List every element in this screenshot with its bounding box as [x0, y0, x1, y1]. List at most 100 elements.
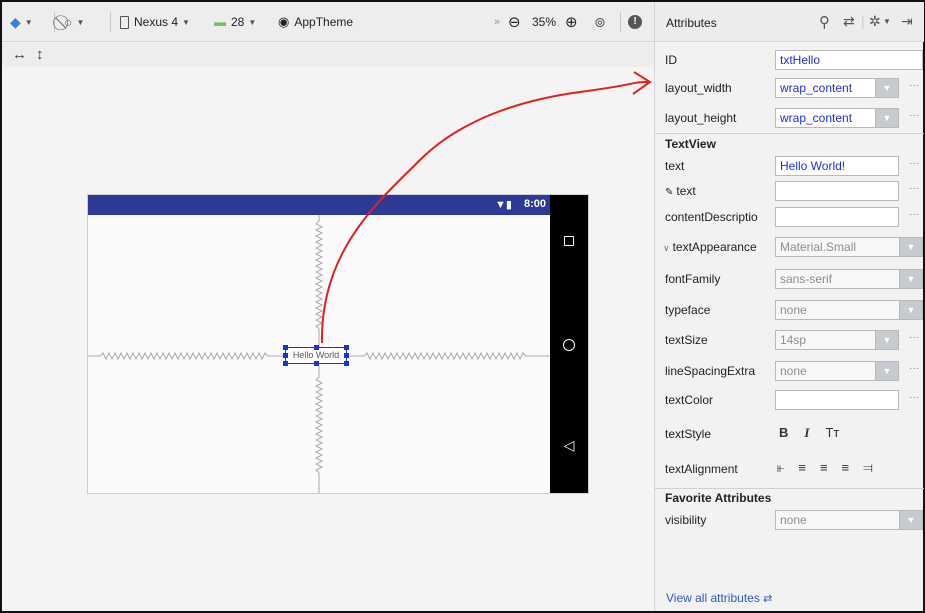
more-icon[interactable]: ··· — [909, 110, 919, 121]
attr-row-text: text Hello World! ··· — [655, 154, 924, 178]
chevron-down-icon[interactable]: ▼ — [883, 17, 891, 26]
design-subtoolbar: ↔ ↕ — [2, 43, 654, 67]
more-icon[interactable]: ··· — [909, 158, 919, 169]
section-divider — [655, 488, 924, 489]
toolbar-separator — [110, 12, 111, 32]
attr-label-font-family: fontFamily — [665, 272, 721, 286]
zoom-in-icon[interactable]: ⊕ — [565, 12, 578, 32]
attr-label-text-size: textSize — [665, 333, 708, 347]
attr-row-design-text: ✎ text ··· — [655, 179, 924, 203]
constraint-anchor-left[interactable] — [283, 353, 288, 358]
design-surface[interactable]: ◆▼ ⃠○▼ Nexus 4▼ ▬ 28▼ ◉ AppTheme » ⊖ 35%… — [2, 2, 654, 611]
theme-icon: ◉ — [278, 14, 290, 29]
attr-row-text-style: textStyle B I Tт — [655, 422, 924, 446]
layers-menu[interactable]: ◆ ▼ — [10, 12, 33, 32]
constraint-zigzag-bottom — [314, 365, 324, 493]
view-all-attributes-link[interactable]: View all attributes ⇄ — [666, 591, 772, 605]
chevron-down-icon[interactable]: ▼ — [875, 78, 899, 98]
recents-icon[interactable] — [550, 235, 588, 249]
more-icon[interactable]: ··· — [909, 80, 919, 91]
more-icon[interactable]: ··· — [909, 332, 919, 343]
text-alignment-buttons: ⫦ ≡ ≡ ≡ ⫤ — [777, 460, 887, 476]
more-icon[interactable]: ··· — [909, 209, 919, 220]
warning-icon[interactable]: ! — [628, 12, 642, 32]
bold-icon[interactable]: B — [779, 425, 788, 441]
view-all-label: View all attributes — [666, 591, 760, 605]
zoom-out-icon[interactable]: ⊖ — [508, 12, 521, 32]
align-right-icon[interactable]: ≡ — [842, 460, 850, 476]
design-toolbar: ◆▼ ⃠○▼ Nexus 4▼ ▬ 28▼ ◉ AppTheme » ⊖ 35%… — [2, 2, 654, 42]
attr-label-design-text: ✎ text — [665, 184, 696, 198]
chevron-down-icon[interactable]: ▼ — [875, 330, 899, 350]
expand-horizontal-icon[interactable]: ↔ — [12, 46, 27, 63]
chevron-down-icon[interactable]: ▼ — [899, 510, 923, 530]
chevron-down-icon[interactable]: ▼ — [899, 300, 923, 320]
chevron-down-icon[interactable]: ∨ — [663, 243, 670, 253]
api-level: 28 — [231, 15, 245, 29]
resize-handle[interactable] — [283, 361, 288, 366]
overflow-icon[interactable]: » — [494, 12, 500, 32]
android-icon: ▬ — [214, 15, 226, 29]
attr-row-typeface: typeface none ▼ — [655, 298, 924, 322]
api-level-menu[interactable]: ▬ 28 ▼ — [214, 12, 256, 32]
content-description-field[interactable] — [775, 207, 899, 227]
circle-icon: ○ — [64, 14, 73, 30]
align-left-icon[interactable]: ≡ — [798, 460, 806, 476]
resize-handle[interactable] — [344, 345, 349, 350]
header-separator: | — [861, 13, 865, 29]
wifi-battery-icon: ▼▮ — [495, 199, 512, 211]
hide-panel-icon[interactable]: ⇥ — [901, 13, 913, 30]
section-divider — [655, 133, 924, 134]
gear-icon[interactable]: ✲ — [869, 13, 881, 30]
section-textview: TextView — [665, 137, 716, 151]
italic-icon[interactable]: I — [804, 425, 809, 441]
status-bar: ▼▮ 8:00 — [88, 195, 550, 215]
align-end-icon[interactable]: ⫤ — [863, 460, 873, 476]
theme-name: AppTheme — [294, 15, 354, 29]
all-caps-icon[interactable]: Tт — [825, 425, 839, 441]
attr-label-text: text — [665, 159, 685, 173]
text-field[interactable]: Hello World! — [775, 156, 899, 176]
align-center-icon[interactable]: ≡ — [820, 460, 828, 476]
attr-label-text-alignment: textAlignment — [665, 462, 738, 476]
device-preview[interactable]: ▼▮ 8:00 Hello World ◁ — [87, 194, 589, 494]
attr-row-id: ID txtHello — [655, 48, 924, 72]
toolbar-separator — [620, 12, 621, 32]
text-color-field[interactable] — [775, 390, 899, 410]
expand-vertical-icon[interactable]: ↕ — [36, 46, 44, 63]
attr-label-id: ID — [665, 53, 677, 67]
constraint-anchor-right[interactable] — [344, 353, 349, 358]
chevron-down-icon[interactable]: ▼ — [875, 361, 899, 381]
swap-view-icon[interactable]: ⇄ — [843, 13, 855, 30]
home-icon[interactable] — [550, 339, 588, 354]
constraint-anchor-top[interactable] — [314, 345, 319, 350]
resize-handle[interactable] — [283, 345, 288, 350]
design-text-field[interactable] — [775, 181, 899, 201]
more-icon[interactable]: ··· — [909, 363, 919, 374]
id-field[interactable]: txtHello — [775, 50, 923, 70]
attr-label-layout-height: layout_height — [665, 111, 737, 125]
chevron-down-icon[interactable]: ▼ — [899, 237, 923, 257]
attr-row-line-spacing: lineSpacingExtra none ▼ ··· — [655, 359, 924, 383]
status-time: 8:00 — [523, 198, 546, 210]
attr-row-text-appearance: ∨ textAppearance Material.Small ▼ — [655, 235, 924, 259]
device-menu[interactable]: Nexus 4 ▼ — [120, 12, 190, 32]
theme-menu[interactable]: ◉ AppTheme — [278, 12, 353, 32]
constraint-zigzag-right — [350, 351, 550, 361]
align-start-icon[interactable]: ⫦ — [777, 460, 784, 476]
attr-row-layout-height: layout_height wrap_content ▼ ··· — [655, 106, 924, 130]
text-style-buttons: B I Tт — [779, 425, 855, 441]
blueprint-menu[interactable]: ⃠○▼ — [64, 12, 84, 32]
attributes-panel: Attributes ⚲ ⇄ | ✲ ▼ ⇥ ID txtHello layou… — [654, 2, 924, 611]
attr-label-text-appearance: ∨ textAppearance — [663, 240, 757, 254]
chevron-down-icon[interactable]: ▼ — [899, 269, 923, 289]
back-icon[interactable]: ◁ — [550, 437, 588, 454]
chevron-down-icon[interactable]: ▼ — [875, 108, 899, 128]
more-icon[interactable]: ··· — [909, 392, 919, 403]
more-icon[interactable]: ··· — [909, 183, 919, 194]
zoom-fit-icon[interactable]: ⊚ — [594, 12, 606, 32]
search-icon[interactable]: ⚲ — [819, 13, 830, 31]
attr-label-line-spacing: lineSpacingExtra — [665, 364, 756, 378]
constraint-anchor-bottom[interactable] — [314, 361, 319, 366]
resize-handle[interactable] — [344, 361, 349, 366]
